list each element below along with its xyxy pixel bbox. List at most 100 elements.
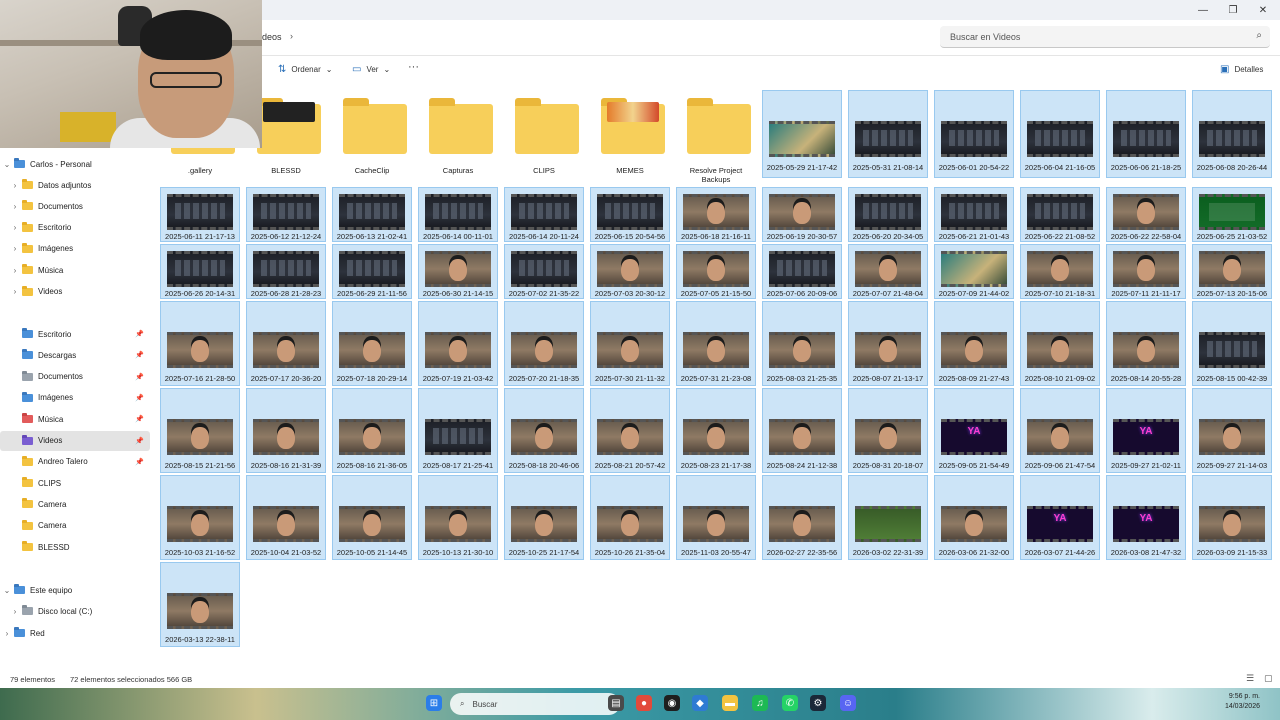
video-item[interactable]: 2025-05-29 21-17-42	[762, 90, 842, 178]
chevron-right-icon[interactable]: ›	[0, 629, 14, 638]
video-item[interactable]: 2025-09-05 21-54-49	[934, 388, 1014, 473]
chevron-right-icon[interactable]: ›	[8, 181, 22, 190]
system-clock[interactable]: 9:56 p. m. 14/03/2026	[1200, 692, 1260, 712]
chevron-down-icon[interactable]: ⌄	[0, 160, 14, 169]
video-item[interactable]: 2025-08-03 21-25-35	[762, 301, 842, 386]
folder-item[interactable]: Capturas	[418, 90, 498, 178]
video-item[interactable]: 2025-07-30 21-11-32	[590, 301, 670, 386]
video-item[interactable]: 2025-10-04 21-03-52	[246, 475, 326, 560]
nav-quick-item[interactable]: BLESSD	[0, 537, 150, 557]
chevron-right-icon[interactable]: ›	[8, 223, 22, 232]
video-item[interactable]: 2025-06-14 20-11-24	[504, 187, 584, 242]
folder-item[interactable]: CLIPS	[504, 90, 584, 178]
video-item[interactable]: 2025-06-06 21-18-25	[1106, 90, 1186, 178]
video-item[interactable]: 2025-08-10 21-09-02	[1020, 301, 1100, 386]
video-item[interactable]: 2025-07-06 20-09-06	[762, 244, 842, 299]
video-item[interactable]: 2026-03-09 21-15-33	[1192, 475, 1272, 560]
video-item[interactable]: 2025-06-28 21-28-23	[246, 244, 326, 299]
video-item[interactable]: 2025-07-11 21-11-17	[1106, 244, 1186, 299]
video-item[interactable]: 2025-07-07 21-48-04	[848, 244, 928, 299]
video-item[interactable]: 2025-07-20 21-18-35	[504, 301, 584, 386]
video-item[interactable]: 2025-06-20 20-34-05	[848, 187, 928, 242]
nav-quick-item[interactable]: Música 📌	[0, 409, 150, 429]
search-box[interactable]: ⌕	[940, 26, 1270, 48]
video-item[interactable]: 2025-06-19 20-30-57	[762, 187, 842, 242]
video-item[interactable]: 2026-03-06 21-32-00	[934, 475, 1014, 560]
video-item[interactable]: 2025-08-07 21-13-17	[848, 301, 928, 386]
nav-quick-item[interactable]: Imágenes 📌	[0, 388, 150, 408]
view-button[interactable]: ▭ Ver ⌄	[352, 64, 390, 75]
nav-quick-item[interactable]: Escritorio 📌	[0, 324, 150, 344]
nav-home-personal[interactable]: ⌄ Carlos - Personal	[0, 154, 150, 174]
nav-quick-item[interactable]: Camera	[0, 516, 150, 536]
sort-button[interactable]: ⇅ Ordenar ⌄	[278, 64, 332, 75]
file-explorer-icon[interactable]: ▬	[722, 695, 738, 711]
video-item[interactable]: 2025-06-15 20-54-56	[590, 187, 670, 242]
nav-this-pc[interactable]: ⌄ Este equipo	[0, 580, 150, 600]
video-item[interactable]: 2025-10-13 21-30-10	[418, 475, 498, 560]
nav-local-disk[interactable]: › Disco local (C:)	[0, 601, 150, 621]
video-item[interactable]: 2025-07-02 21-35-22	[504, 244, 584, 299]
nav-tree-item[interactable]: › Música	[0, 260, 150, 280]
video-item[interactable]: 2025-11-03 20-55-47	[676, 475, 756, 560]
video-item[interactable]: 2025-06-11 21-17-13	[160, 187, 240, 242]
video-item[interactable]: 2025-07-09 21-44-02	[934, 244, 1014, 299]
nav-tree-item[interactable]: › Datos adjuntos	[0, 175, 150, 195]
video-item[interactable]: 2025-08-09 21-27-43	[934, 301, 1014, 386]
video-item[interactable]: 2025-08-16 21-36-05	[332, 388, 412, 473]
obs-icon[interactable]: ◉	[664, 695, 680, 711]
video-item[interactable]: 2025-08-15 21-21-56	[160, 388, 240, 473]
video-item[interactable]: 2025-07-13 20-15-06	[1192, 244, 1272, 299]
video-item[interactable]: 2025-08-14 20-55-28	[1106, 301, 1186, 386]
spotify-icon[interactable]: ♫	[752, 695, 768, 711]
folder-item[interactable]: CacheClip	[332, 90, 412, 178]
video-item[interactable]: 2025-06-21 21-01-43	[934, 187, 1014, 242]
video-item[interactable]: 2025-06-26 20-14-31	[160, 244, 240, 299]
chevron-right-icon[interactable]: ›	[8, 244, 22, 253]
video-item[interactable]: 2025-06-13 21-02-41	[332, 187, 412, 242]
video-item[interactable]: 2025-10-26 21-35-04	[590, 475, 670, 560]
video-item[interactable]: 2025-08-16 21-31-39	[246, 388, 326, 473]
video-item[interactable]: 2025-09-27 21-02-11	[1106, 388, 1186, 473]
maximize-button[interactable]: ❐	[1218, 0, 1248, 20]
video-item[interactable]: 2025-09-06 21-47-54	[1020, 388, 1100, 473]
more-options-button[interactable]: ···	[408, 61, 419, 73]
nav-quick-item[interactable]: Documentos 📌	[0, 367, 150, 387]
tiles-view-icon[interactable]: ▢	[1264, 673, 1273, 684]
whatsapp-icon[interactable]: ✆	[782, 695, 798, 711]
video-item[interactable]: 2025-07-05 21-15-50	[676, 244, 756, 299]
discord-icon[interactable]: ☺	[840, 695, 856, 711]
folder-item[interactable]: MEMES	[590, 90, 670, 178]
task-view-icon[interactable]: ▤	[608, 695, 624, 711]
chevron-right-icon[interactable]: ›	[8, 607, 22, 616]
chevron-right-icon[interactable]: ›	[8, 266, 22, 275]
video-item[interactable]: 2025-08-18 20-46-06	[504, 388, 584, 473]
video-item[interactable]: 2025-06-04 21-16-05	[1020, 90, 1100, 178]
nav-quick-item[interactable]: CLIPS	[0, 473, 150, 493]
video-item[interactable]: 2025-06-08 20-26-44	[1192, 90, 1272, 178]
video-item[interactable]: 2025-06-12 21-12-24	[246, 187, 326, 242]
search-icon[interactable]: ⌕	[1256, 30, 1262, 41]
video-item[interactable]: 2025-07-19 21-03-42	[418, 301, 498, 386]
nav-tree-item[interactable]: › Escritorio	[0, 218, 150, 238]
close-button[interactable]: ✕	[1248, 0, 1278, 20]
steam-icon[interactable]: ⚙	[810, 695, 826, 711]
folder-item[interactable]: Resolve Project Backups	[676, 90, 756, 184]
nav-tree-item[interactable]: › Imágenes	[0, 239, 150, 259]
video-item[interactable]: 2025-06-14 00-11-01	[418, 187, 498, 242]
nav-quick-item[interactable]: Camera	[0, 494, 150, 514]
nav-quick-item[interactable]: Descargas 📌	[0, 345, 150, 365]
video-item[interactable]: 2025-10-25 21-17-54	[504, 475, 584, 560]
video-item[interactable]: 2025-06-22 22-58-04	[1106, 187, 1186, 242]
video-item[interactable]: 2026-02-27 22-35-56	[762, 475, 842, 560]
video-item[interactable]: 2025-06-18 21-16-11	[676, 187, 756, 242]
chevron-right-icon[interactable]: ›	[8, 202, 22, 211]
video-item[interactable]: 2025-09-27 21-14-03	[1192, 388, 1272, 473]
nav-tree-item[interactable]: › Documentos	[0, 196, 150, 216]
video-item[interactable]: 2025-06-30 21-14-15	[418, 244, 498, 299]
windows-start-icon[interactable]: ⊞	[426, 695, 442, 711]
video-item[interactable]: 2026-03-07 21-44-26	[1020, 475, 1100, 560]
video-item[interactable]: 2025-08-21 20-57-42	[590, 388, 670, 473]
chevron-down-icon[interactable]: ⌄	[0, 586, 14, 595]
breadcrumb-chevron-icon[interactable]: ›	[290, 31, 293, 41]
